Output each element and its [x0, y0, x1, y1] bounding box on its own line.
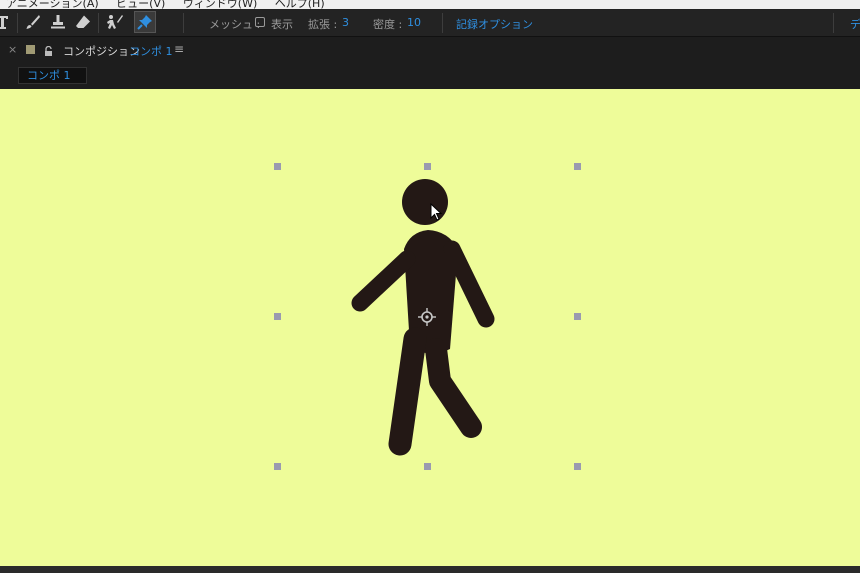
type-tool-icon — [0, 16, 8, 29]
lock-icon[interactable] — [44, 42, 53, 61]
toolbar-separator — [183, 13, 184, 33]
figure-arm-back — [351, 250, 416, 312]
layer-bounding-handle[interactable] — [574, 313, 581, 320]
menu-item-window[interactable]: ウィンドウ(W) — [183, 0, 257, 9]
figure-leg-front — [425, 338, 482, 438]
mesh-show-label: 表示 — [271, 18, 293, 31]
roto-brush-tool-icon — [107, 15, 123, 29]
tools-toolbar: メッシュ : 表示 拡張 : 3 密度 : 10 記録オプション デ — [0, 9, 860, 37]
toolbar-separator — [17, 13, 18, 33]
brush-tool-button[interactable] — [22, 11, 44, 33]
roto-brush-tool-button[interactable] — [104, 11, 126, 33]
menu-item-animation[interactable]: アニメーション(A) — [6, 0, 99, 9]
toolbar-separator — [833, 13, 834, 33]
toolbar-separator — [98, 13, 99, 33]
layer-bounding-handle[interactable] — [274, 313, 281, 320]
layer-bounding-handle[interactable] — [574, 463, 581, 470]
puppet-pin-tool-button[interactable] — [134, 11, 156, 33]
clone-stamp-tool-button[interactable] — [47, 11, 69, 33]
figure-leg-back — [388, 327, 427, 456]
layer-bounding-handle[interactable] — [424, 463, 431, 470]
toolbar-separator — [442, 13, 443, 33]
puppet-pin-tool-icon — [137, 15, 152, 30]
density-label: 密度 : — [373, 18, 403, 31]
layer-bounding-handle[interactable] — [274, 463, 281, 470]
walking-person-layer[interactable] — [0, 89, 860, 566]
figure-arm-front — [443, 240, 495, 328]
menu-item-help[interactable]: ヘルプ(H) — [275, 0, 325, 9]
composition-name[interactable]: コンポ 1 — [129, 43, 173, 59]
mouse-pointer-icon — [430, 203, 443, 221]
density-value[interactable]: 10 — [407, 16, 421, 29]
panel-menu-icon[interactable]: ≡ — [174, 42, 184, 56]
close-panel-icon[interactable]: × — [8, 43, 17, 56]
type-tool-button[interactable] — [0, 11, 16, 33]
menu-bar: アニメーション(A) ビュー(V) ウィンドウ(W) ヘルプ(H) — [0, 0, 860, 9]
record-options-button[interactable]: 記録オプション — [456, 16, 533, 32]
layer-bounding-handle[interactable] — [274, 163, 281, 170]
mesh-label: メッシュ : — [209, 18, 261, 31]
anchor-point-icon[interactable] — [417, 307, 437, 327]
composition-tab[interactable]: コンポ 1 — [18, 67, 87, 84]
expand-value[interactable]: 3 — [342, 16, 349, 29]
brush-tool-icon — [26, 15, 40, 29]
viewer-bottom-bar — [0, 566, 860, 573]
composition-panel-header: × コンポジション コンポ 1 ≡ — [0, 37, 860, 64]
eraser-tool-button[interactable] — [72, 11, 94, 33]
clone-stamp-tool-icon — [51, 15, 65, 29]
eraser-tool-icon — [76, 15, 90, 28]
menu-item-view[interactable]: ビュー(V) — [116, 0, 165, 9]
layer-bounding-handle[interactable] — [574, 163, 581, 170]
composition-viewer[interactable] — [0, 89, 860, 566]
mesh-show-checkbox[interactable] — [255, 17, 265, 27]
workspace-default-button[interactable]: デ — [850, 16, 860, 32]
expand-label: 拡張 : — [308, 18, 338, 31]
layer-bounding-handle[interactable] — [424, 163, 431, 170]
label-color-swatch[interactable] — [26, 45, 35, 54]
composition-tab-row: コンポ 1 — [0, 64, 860, 88]
